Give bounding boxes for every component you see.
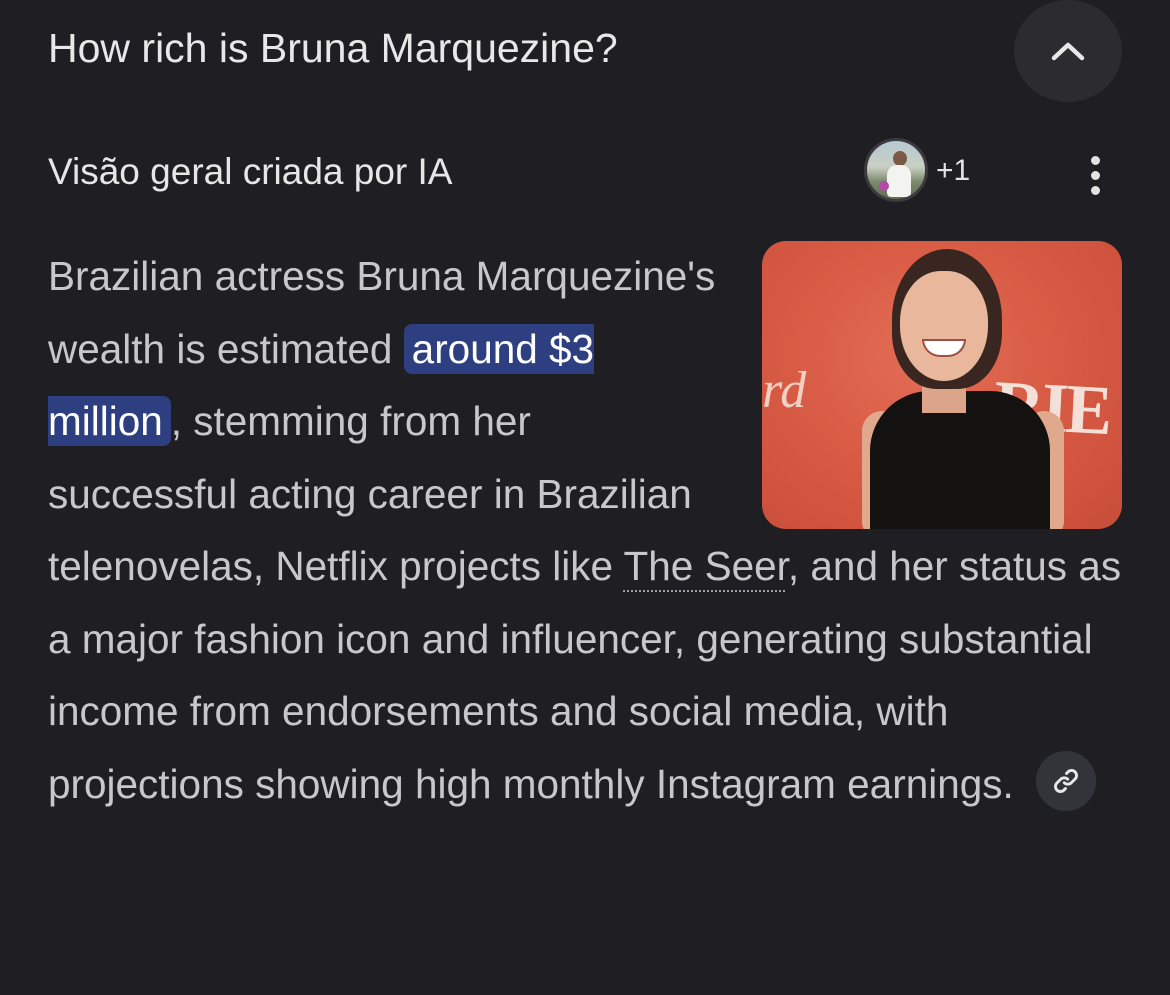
answer-text-start: Brazilian actress Bruna Marquezine's wea… [48,253,716,372]
more-vert-dot [1090,185,1100,195]
avatar-badge [879,181,889,191]
question-header[interactable]: How rich is Bruna Marquezine? [0,0,1170,102]
more-vert-dot [1090,170,1100,180]
more-options-button[interactable] [1078,145,1112,205]
ai-overview-answer: Brazilian actress Bruna Marquezine's wea… [48,240,1138,820]
source-link-button[interactable] [1035,750,1096,811]
the-seer-link[interactable]: The Seer [624,543,788,589]
more-vert-icon [1090,155,1100,165]
avatar-person-head [893,151,907,166]
image-float-spacer [720,240,1138,530]
contributor-avatar[interactable] [864,138,928,202]
contributors-extra-count[interactable]: +1 [936,151,970,191]
ai-overview-header: Visão geral criada por IA +1 [0,135,1170,210]
chevron-up-icon [1051,42,1085,61]
avatar-person-body [887,165,911,197]
question-title: How rich is Bruna Marquezine? [48,25,618,71]
collapse-button[interactable] [1014,0,1122,102]
ai-overview-label: Visão geral criada por IA [48,151,453,192]
link-icon [1053,768,1078,793]
